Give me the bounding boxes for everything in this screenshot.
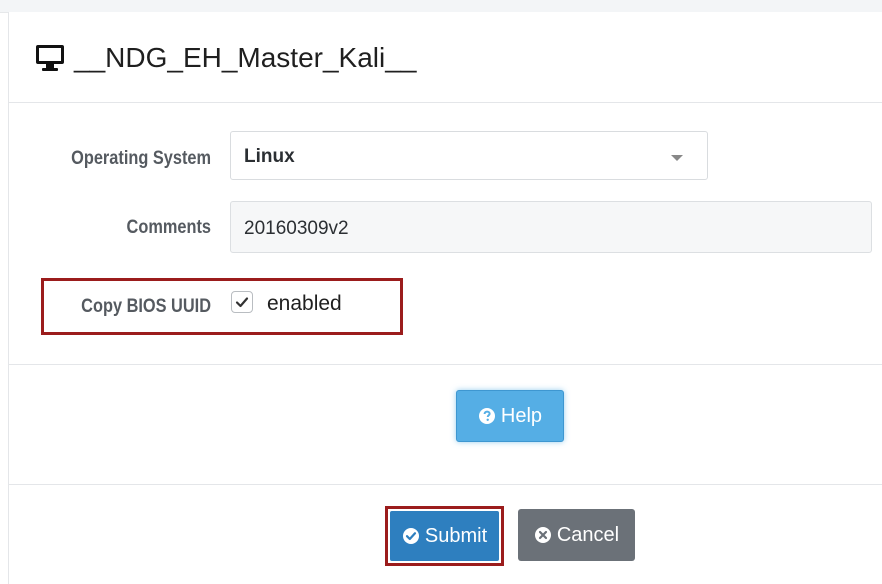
bios-uuid-label: Copy BIOS UUID [81,296,211,317]
monitor-icon [36,45,64,71]
submit-highlight-box: Submit [385,506,504,566]
help-label: Help [500,404,543,427]
os-select[interactable]: Linux [230,131,708,180]
bios-uuid-checkbox[interactable] [231,291,253,313]
cancel-button[interactable]: Cancel [518,509,635,561]
page-title: __NDG_EH_Master_Kali__ [74,42,417,73]
panel-header: __NDG_EH_Master_Kali__ [9,12,882,103]
comments-label: Comments [126,217,211,238]
caret-down-icon [671,155,683,161]
os-label: Operating System [71,148,211,169]
help-button[interactable]: Help [456,390,564,442]
checkmark-icon [235,297,249,308]
comments-value: 20160309v2 [244,218,349,239]
vm-settings-panel: __NDG_EH_Master_Kali__ Operating System … [8,12,882,584]
cancel-label: Cancel [556,523,620,546]
question-circle-icon [478,408,495,424]
submit-label: Submit [424,524,488,547]
submit-button[interactable]: Submit [390,511,499,561]
times-circle-icon [534,527,551,543]
os-select-value: Linux [244,146,295,167]
divider [9,484,882,485]
check-circle-icon [402,528,419,544]
divider [9,364,882,365]
comments-input[interactable]: 20160309v2 [230,201,872,253]
bios-uuid-state: enabled [267,292,342,315]
